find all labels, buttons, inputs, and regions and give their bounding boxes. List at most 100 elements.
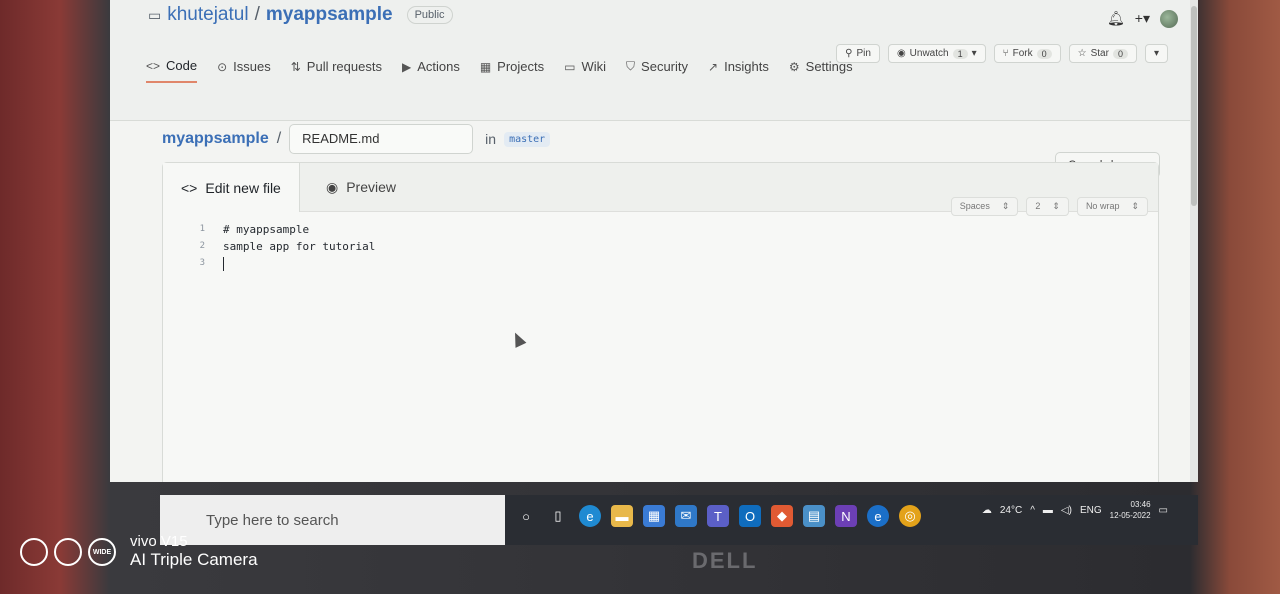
page-scrollbar[interactable]: [1190, 0, 1198, 482]
notepad-icon[interactable]: ▤: [803, 505, 825, 527]
star-icon: ☆: [1077, 48, 1087, 59]
weather-icon[interactable]: ☁: [982, 505, 992, 516]
visibility-badge: Public: [406, 6, 453, 24]
mail-icon[interactable]: ✉: [675, 505, 697, 527]
tab-insights[interactable]: ↗ Insights: [708, 59, 769, 82]
task-view-icon[interactable]: ▯: [547, 505, 569, 527]
temperature-readout[interactable]: 24°C: [1000, 505, 1022, 516]
branch-badge: master: [504, 131, 551, 147]
edge-icon[interactable]: e: [579, 505, 601, 527]
eye-icon: ◉: [896, 48, 906, 59]
fork-button[interactable]: ⑂ Fork 0: [993, 44, 1061, 63]
cortana-icon[interactable]: ○: [515, 505, 537, 527]
teams-icon[interactable]: T: [707, 505, 729, 527]
watermark-camera: AI Triple Camera: [130, 550, 258, 569]
tab-pull-requests-label: Pull requests: [306, 59, 382, 74]
gear-icon: ⚙: [788, 59, 800, 74]
play-icon: ▶: [401, 59, 412, 74]
star-dropdown-button[interactable]: ▾: [1144, 44, 1168, 63]
breadcrumb: myappsample / README.md in master: [162, 124, 551, 154]
top-icons: 🔔︎ +▾: [1107, 10, 1178, 28]
tab-actions[interactable]: ▶ Actions: [402, 59, 460, 82]
outlook-icon[interactable]: O: [739, 505, 761, 527]
line-text: sample app for tutorial: [223, 240, 376, 253]
file-explorer-icon[interactable]: ▬: [611, 505, 633, 527]
wrap-mode-value: No wrap: [1085, 201, 1120, 211]
lens-icon: [54, 538, 82, 566]
select-arrows-icon: ⇕: [1131, 201, 1139, 211]
tab-pull-requests[interactable]: ⇅ Pull requests: [291, 59, 382, 82]
git-icon[interactable]: ◆: [771, 505, 793, 527]
repo-title: ▭ khutejatul / myappsample Public: [148, 4, 453, 26]
filename-input[interactable]: README.md: [289, 124, 474, 154]
indent-size-select[interactable]: 2 ⇕: [1026, 197, 1069, 216]
tab-projects[interactable]: ▦ Projects: [480, 59, 544, 82]
internet-explorer-icon[interactable]: e: [867, 505, 889, 527]
clock-date: 12-05-2022: [1109, 511, 1151, 520]
notification-icon[interactable]: ▭: [1159, 505, 1168, 516]
system-tray: ☁ 24°C ^ ▬ ◁) ENG 03:46 12-05-2022 ▭: [982, 499, 1168, 521]
tab-settings[interactable]: ⚙ Settings: [789, 59, 853, 82]
bell-icon[interactable]: 🔔︎: [1107, 10, 1125, 28]
tab-issues-label: Issues: [233, 59, 271, 74]
lens-icon: [20, 538, 48, 566]
wide-lens-icon: WIDE: [88, 538, 116, 566]
indent-mode-value: Spaces: [959, 201, 990, 211]
table-icon: ▦: [479, 59, 492, 74]
code-line: 3: [163, 255, 1158, 272]
tab-security[interactable]: ⛉ Security: [626, 59, 688, 82]
chevron-up-icon[interactable]: ^: [1030, 505, 1035, 516]
star-count: 0: [1112, 48, 1128, 59]
line-number: 3: [199, 258, 205, 268]
repo-actions: ⚲ Pin ◉ Unwatch 1 ▾ ⑂ Fork 0 ☆ Star 0 ▾: [836, 44, 1168, 63]
battery-icon[interactable]: ▬: [1043, 505, 1053, 516]
breadcrumb-repo-link[interactable]: myappsample: [162, 130, 269, 148]
repo-owner-link[interactable]: khutejatul: [167, 4, 248, 26]
fork-count: 0: [1036, 48, 1052, 59]
avatar[interactable]: [1160, 10, 1178, 28]
book-icon: ▭: [564, 59, 576, 74]
text-caret: [223, 257, 224, 271]
taskbar-apps: ○ ▯ e ▬ ▦ ✉ T O ◆ ▤ N e ◎: [515, 505, 921, 527]
speaker-icon[interactable]: ◁): [1061, 505, 1072, 516]
clock[interactable]: 03:46 12-05-2022: [1110, 499, 1151, 521]
editor-tabs: <> Edit new file ◉ Preview Spaces ⇕ 2 ⇕ No w…: [163, 163, 1158, 216]
unwatch-button[interactable]: ◉ Unwatch 1 ▾: [887, 44, 986, 63]
chrome-icon[interactable]: ◎: [899, 505, 921, 527]
tab-wiki[interactable]: ▭ Wiki: [564, 59, 606, 82]
code-icon: <>: [181, 179, 198, 196]
graph-icon: ↗: [708, 59, 719, 74]
issue-icon: ⊙: [217, 59, 228, 74]
fork-icon: ⑂: [1002, 48, 1009, 59]
fork-label: Fork: [1012, 48, 1033, 59]
plus-icon[interactable]: +▾: [1135, 10, 1150, 28]
tab-projects-label: Projects: [497, 59, 545, 74]
tab-actions-label: Actions: [417, 59, 460, 74]
preview-label: Preview: [346, 179, 397, 195]
indent-mode-select[interactable]: Spaces ⇕: [950, 197, 1019, 216]
wrap-mode-select[interactable]: No wrap ⇕: [1076, 197, 1148, 216]
eye-icon: ◉: [326, 178, 339, 195]
caret-down-icon: ▾: [971, 48, 977, 59]
star-label: Star: [1090, 48, 1109, 59]
code-area[interactable]: 1 # myappsample 2 sample app for tutorial …: [163, 221, 1158, 482]
tab-wiki-label: Wiki: [581, 59, 607, 74]
line-number: 2: [199, 241, 205, 251]
repo-separator: /: [254, 4, 260, 25]
visual-studio-icon[interactable]: N: [835, 505, 857, 527]
language-indicator[interactable]: ENG: [1080, 505, 1102, 516]
repo-name-link[interactable]: myappsample: [266, 4, 393, 26]
select-arrows-icon: ⇕: [1052, 201, 1060, 211]
tab-issues[interactable]: ⊙ Issues: [217, 59, 271, 82]
camera-watermark: WIDE vivo V15 AI Triple Camera: [20, 533, 258, 569]
star-button[interactable]: ☆ Star 0: [1068, 44, 1137, 63]
store-icon[interactable]: ▦: [643, 505, 665, 527]
edit-file-tab[interactable]: <> Edit new file: [163, 163, 300, 212]
preview-tab[interactable]: ◉ Preview: [308, 163, 414, 211]
tab-code[interactable]: <> Code: [146, 58, 198, 83]
watermark-model: vivo V15: [130, 533, 188, 550]
unwatch-count: 1: [952, 48, 968, 59]
tab-insights-label: Insights: [724, 59, 769, 74]
shield-icon: ⛉: [626, 59, 636, 73]
scrollbar-thumb[interactable]: [1191, 6, 1197, 206]
